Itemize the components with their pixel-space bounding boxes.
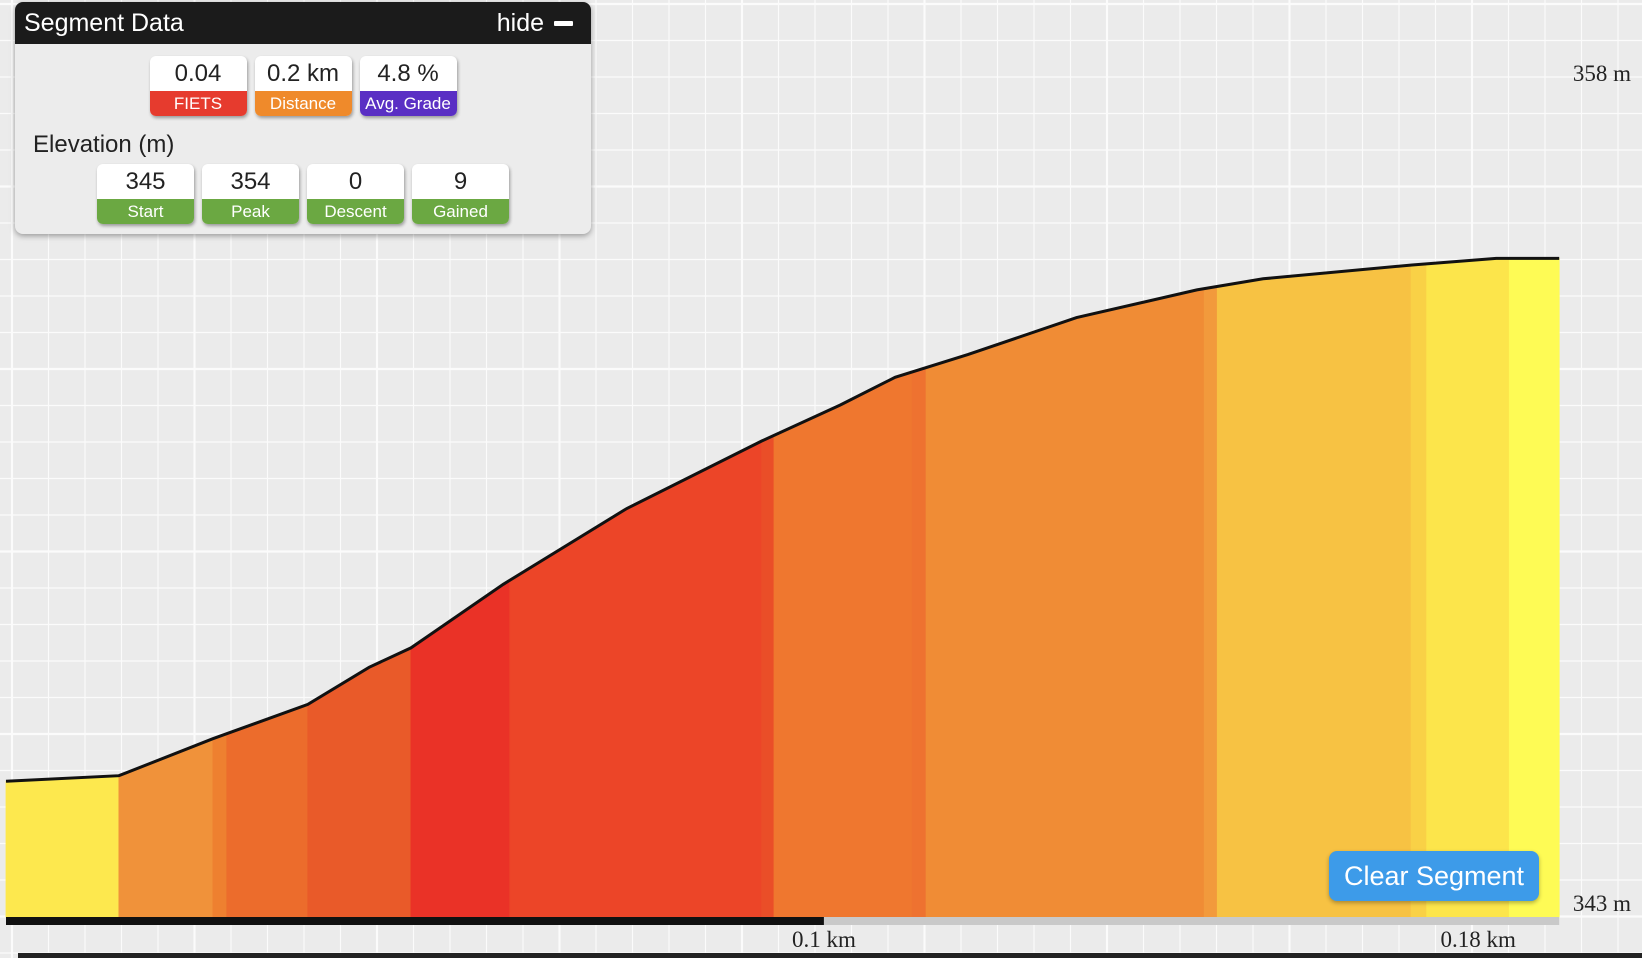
grade-band <box>911 367 927 918</box>
x-axis-labels: 0.1 km 0.18 km <box>792 927 1516 952</box>
stat-value: 0.04 <box>174 59 222 87</box>
grade-band <box>410 579 511 918</box>
stat-label: Start <box>97 199 194 224</box>
elev-stat-peak: 354 Peak <box>202 164 299 224</box>
grade-band <box>509 440 763 918</box>
grade-band <box>118 738 214 918</box>
stat-label: FIETS <box>149 91 247 116</box>
grade-band <box>773 371 913 918</box>
elevation-heading: Elevation (m) <box>33 131 175 158</box>
segment-stats-row: 0.04 FIETS 0.2 km Distance 4.8 % Avg. Grade <box>15 56 591 116</box>
stat-label: Peak <box>202 199 299 224</box>
clear-segment-button[interactable]: Clear Segment <box>1329 851 1539 901</box>
stat-value: 0 <box>348 167 363 195</box>
stat-label: Avg. Grade <box>359 91 457 116</box>
elev-stat-start: 345 Start <box>97 164 194 224</box>
stat-label: Descent <box>307 199 404 224</box>
elevation-stats-row: 345 Start 354 Peak 0 Descent 9 Gained <box>15 164 591 224</box>
grade-band <box>1508 257 1560 918</box>
stat-value: 345 <box>125 167 166 195</box>
stat-fiets: 0.04 FIETS <box>149 56 247 116</box>
grade-band <box>1203 286 1218 918</box>
panel-header: Segment Data hide <box>15 2 591 44</box>
hide-label: hide <box>496 8 544 37</box>
grade-band <box>226 703 309 918</box>
stat-value: 0.2 km <box>266 59 340 87</box>
elev-stat-descent: 0 Descent <box>307 164 404 224</box>
stat-label: Gained <box>412 199 509 224</box>
stat-value: 9 <box>453 167 468 195</box>
segment-data-panel: Segment Data hide 0.04 FIETS 0.2 km Distanc… <box>15 2 591 234</box>
elev-stat-gained: 9 Gained <box>412 164 509 224</box>
grade-band <box>5 775 120 918</box>
bottom-edge <box>18 953 1642 958</box>
y-tick-label: 343 m <box>1573 891 1631 916</box>
minus-icon <box>554 20 573 26</box>
stat-value: 354 <box>230 167 271 195</box>
grade-band <box>1426 257 1510 918</box>
grade-band <box>212 733 228 918</box>
y-tick-label: 358 m <box>1573 61 1631 86</box>
grade-band <box>925 288 1205 918</box>
axis-progress <box>6 917 824 925</box>
grade-band <box>1410 263 1428 918</box>
stat-distance: 0.2 km Distance <box>254 56 352 116</box>
x-tick-label: 0.1 km <box>792 927 856 952</box>
stat-value: 4.8 % <box>377 59 439 87</box>
panel-title: Segment Data <box>24 8 184 37</box>
stat-label: Distance <box>254 91 352 116</box>
grade-band <box>307 647 412 918</box>
stat-avg-grade: 4.8 % Avg. Grade <box>359 56 457 116</box>
x-tick-label: 0.18 km <box>1441 927 1517 952</box>
grade-band <box>761 434 775 918</box>
hide-panel-toggle[interactable]: hide <box>497 9 573 38</box>
grade-band <box>1216 264 1412 918</box>
